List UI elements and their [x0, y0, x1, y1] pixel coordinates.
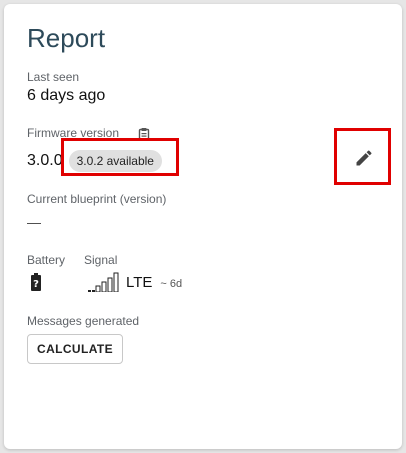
battery-label: Battery [27, 253, 66, 267]
last-seen-label: Last seen [27, 70, 80, 84]
messages-generated-label: Messages generated [27, 314, 140, 328]
firmware-current-version: 3.0.0 [27, 152, 63, 169]
firmware-version-row: 3.0.0 3.0.2 available [27, 147, 162, 175]
blueprint-value: — [27, 214, 41, 230]
card-title: Report [27, 23, 106, 53]
last-seen-value: 6 days ago [27, 87, 106, 104]
signal-age: ~ 6d [160, 278, 183, 290]
report-card: Report Last seen 6 days ago Firmware ver… [4, 4, 402, 449]
signal-network-type: LTE [126, 274, 153, 291]
svg-text:?: ? [33, 279, 39, 290]
calculate-button[interactable]: CALCULATE [27, 334, 124, 364]
firmware-available-chip[interactable]: 3.0.2 available [68, 150, 162, 172]
signal-bars-icon [88, 272, 120, 293]
clipboard-icon[interactable] [137, 127, 151, 141]
signal-label: Signal [84, 253, 118, 267]
blueprint-label: Current blueprint (version) [27, 192, 167, 206]
signal-row: LTE ~ 6d [88, 270, 183, 293]
pencil-icon [354, 148, 374, 173]
battery-unknown-icon: ? [31, 273, 41, 291]
edit-firmware-button[interactable] [350, 146, 378, 174]
firmware-version-label: Firmware version [27, 126, 120, 140]
